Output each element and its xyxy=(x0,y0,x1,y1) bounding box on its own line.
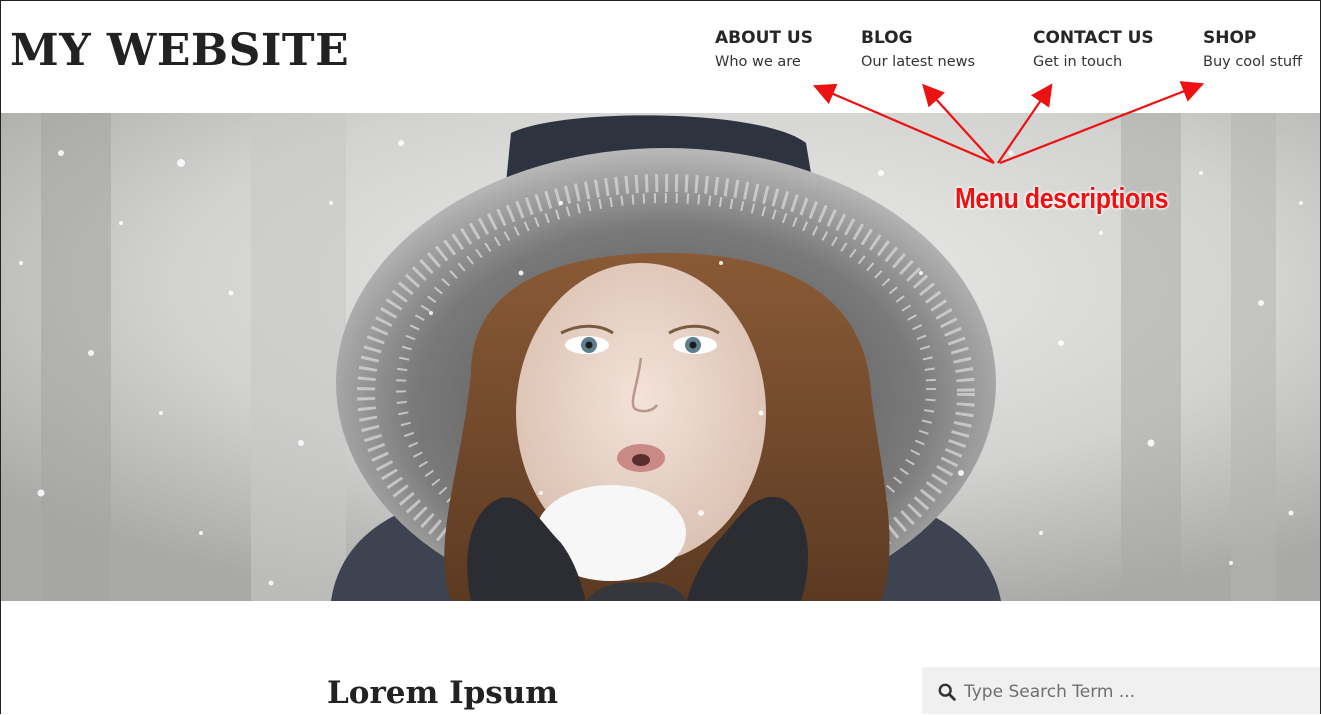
menu-item-description: Get in touch xyxy=(1033,54,1123,70)
menu-item-description: Buy cool stuff xyxy=(1203,54,1303,70)
site-header: MY WEBSITE ABOUT US Who we are BLOG Our … xyxy=(1,1,1320,113)
menu-item-description: Our latest news xyxy=(861,54,976,70)
site-title[interactable]: MY WEBSITE xyxy=(10,23,349,79)
search-input[interactable] xyxy=(964,681,1304,702)
menu-item-label: CONTACT US xyxy=(1033,28,1154,48)
menu-item-contact-us[interactable]: CONTACT US Get in touch xyxy=(1033,25,1154,73)
search-icon[interactable] xyxy=(938,683,956,701)
annotation-label: Menu descriptions xyxy=(955,183,1169,215)
menu-item-label: SHOP xyxy=(1203,28,1257,48)
menu-item-label: ABOUT US xyxy=(715,28,813,48)
menu-item-description: Who we are xyxy=(715,54,801,70)
browser-viewport: MY WEBSITE ABOUT US Who we are BLOG Our … xyxy=(0,0,1321,714)
menu-item-shop[interactable]: SHOP Buy cool stuff xyxy=(1203,25,1302,73)
menu-item-label: BLOG xyxy=(861,28,913,48)
menu-item-about-us[interactable]: ABOUT US Who we are xyxy=(715,25,813,73)
search-box xyxy=(922,667,1320,714)
post-title[interactable]: Lorem Ipsum xyxy=(327,671,558,714)
menu-item-blog[interactable]: BLOG Our latest news xyxy=(861,25,975,73)
